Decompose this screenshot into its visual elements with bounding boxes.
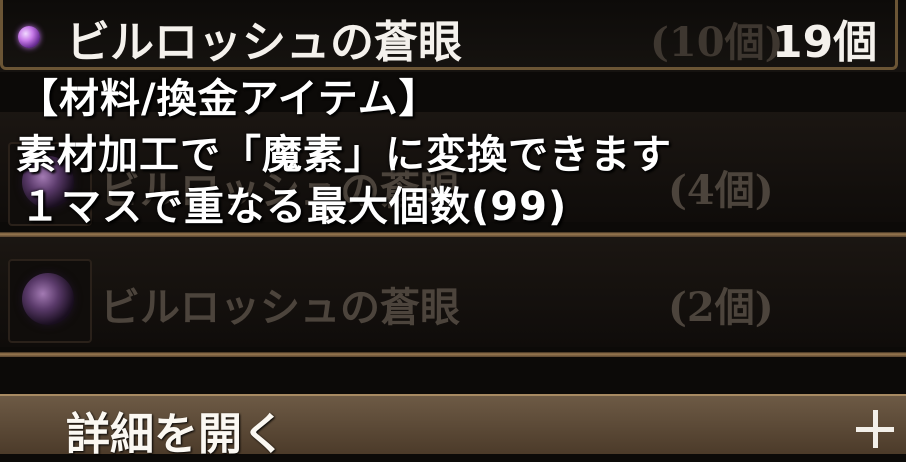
selected-item-quantity: 19個 xyxy=(772,17,878,68)
item-description-line2: １マスで重なる最大個数(99) xyxy=(20,184,568,230)
selected-item-name: ビルロッシュの蒼眼 xyxy=(66,17,462,68)
row-divider xyxy=(0,352,906,357)
item-category: 【材料/換金アイテム】 xyxy=(18,76,440,122)
item-tooltip: ビルロッシュの蒼眼 (10個) 19個 【材料/換金アイテム】 素材加工で「魔素… xyxy=(0,0,906,230)
selected-item-subqty: (10個) xyxy=(650,19,784,66)
open-details-label: 詳細を開く xyxy=(66,409,286,460)
purple-orb-icon xyxy=(22,273,74,325)
item-slot xyxy=(8,259,92,343)
item-count: (2個) xyxy=(668,284,774,331)
open-details-bar[interactable]: 詳細を開く xyxy=(0,394,906,460)
item-name: ビルロッシュの蒼眼 xyxy=(100,284,460,331)
plus-icon[interactable] xyxy=(856,410,894,448)
purple-orb-icon xyxy=(18,26,40,48)
item-description-line1: 素材加工で「魔素」に変換できます xyxy=(16,132,672,178)
list-item[interactable]: ビルロッシュの蒼眼 (2個) xyxy=(0,237,906,347)
